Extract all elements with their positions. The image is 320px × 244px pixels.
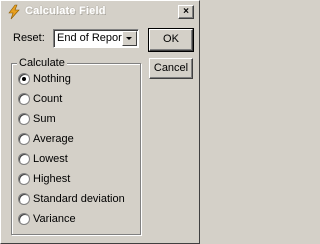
reset-select[interactable]: End of Report xyxy=(53,29,139,48)
radio-label: Highest xyxy=(33,173,71,185)
title-bar[interactable]: Calculate Field × xyxy=(3,3,197,20)
radio-label: Average xyxy=(33,133,74,145)
chevron-down-icon[interactable] xyxy=(122,31,137,46)
close-button[interactable]: × xyxy=(178,5,194,19)
radio-button[interactable] xyxy=(18,173,30,185)
radio-label: Variance xyxy=(33,213,76,225)
radio-label: Nothing xyxy=(33,73,71,85)
reset-label: Reset: xyxy=(13,32,45,44)
radio-button[interactable] xyxy=(18,133,30,145)
calculate-group xyxy=(11,63,141,235)
ok-button[interactable]: OK xyxy=(148,28,194,52)
cancel-button[interactable]: Cancel xyxy=(149,58,193,79)
radio-label: Sum xyxy=(33,113,56,125)
radio-label: Count xyxy=(33,93,63,105)
radio-label: Standard deviation xyxy=(33,193,125,205)
calculate-group-label: Calculate xyxy=(17,57,67,69)
radio-button[interactable] xyxy=(18,93,30,105)
reset-select-value: End of Report xyxy=(57,32,125,44)
radio-label: Lowest xyxy=(33,153,68,165)
radio-button[interactable] xyxy=(18,113,30,125)
window-title: Calculate Field xyxy=(25,5,106,17)
calculate-field-dialog: Calculate Field × Reset: End of Report O… xyxy=(0,0,200,244)
radio-button[interactable] xyxy=(18,213,30,225)
radio-button[interactable] xyxy=(18,153,30,165)
lightning-icon xyxy=(8,4,20,20)
radio-button[interactable] xyxy=(18,73,30,85)
radio-button[interactable] xyxy=(18,193,30,205)
